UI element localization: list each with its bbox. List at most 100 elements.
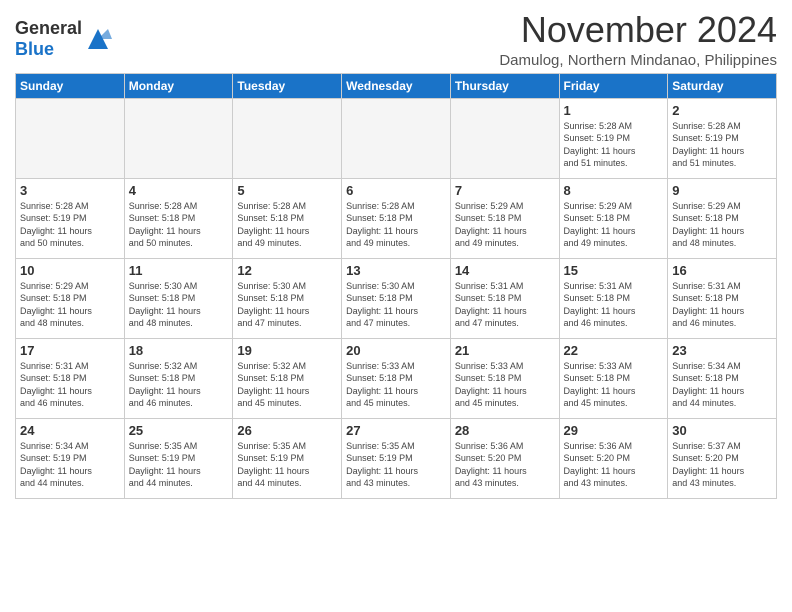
day-cell: 13Sunrise: 5:30 AM Sunset: 5:18 PM Dayli… (342, 258, 451, 338)
day-number: 13 (346, 263, 446, 278)
day-cell (124, 98, 233, 178)
day-number: 28 (455, 423, 555, 438)
day-number: 16 (672, 263, 772, 278)
day-cell: 17 Sunrise: 5:31 AM Sunset: 5:18 PM Dayli… (16, 338, 125, 418)
day-info: Sunrise: 5:28 AM Sunset: 5:19 PM Dayligh… (672, 120, 772, 170)
day-number: 20 (346, 343, 446, 358)
day-cell: 14 Sunrise: 5:31 AM Sunset: 5:18 PM Dayli… (450, 258, 559, 338)
day-info: Sunrise: 5:31 AM Sunset: 5:18 PM Dayligh… (564, 280, 664, 330)
day-cell: 4 Sunrise: 5:28 AM Sunset: 5:18 PM Daylig… (124, 178, 233, 258)
day-number: 29 (564, 423, 664, 438)
month-title: November 2024 (499, 10, 777, 50)
day-cell: 8 Sunrise: 5:29 AM Sunset: 5:18 PM Daylig… (559, 178, 668, 258)
day-cell: 15 Sunrise: 5:31 AM Sunset: 5:18 PM Dayli… (559, 258, 668, 338)
header-cell-thursday: Thursday (450, 73, 559, 98)
day-info: Sunrise: 5:28 AM Sunset: 5:19 PM Dayligh… (20, 200, 120, 250)
logo-text: General Blue (15, 18, 82, 60)
day-cell: 22Sunrise: 5:33 AM Sunset: 5:18 PM Dayli… (559, 338, 668, 418)
day-cell: 26 Sunrise: 5:35 AM Sunset: 5:19 PM Dayli… (233, 418, 342, 498)
logo-blue: Blue (15, 39, 54, 59)
logo: General Blue (15, 18, 112, 60)
calendar-header: SundayMondayTuesdayWednesdayThursdayFrid… (16, 73, 777, 98)
day-number: 5 (237, 183, 337, 198)
header-cell-monday: Monday (124, 73, 233, 98)
day-info: Sunrise: 5:29 AM Sunset: 5:18 PM Dayligh… (672, 200, 772, 250)
day-number: 18 (129, 343, 229, 358)
header-cell-tuesday: Tuesday (233, 73, 342, 98)
day-number: 17 (20, 343, 120, 358)
calendar-body: 1 Sunrise: 5:28 AM Sunset: 5:19 PM Daylig… (16, 98, 777, 498)
day-cell: 16 Sunrise: 5:31 AM Sunset: 5:18 PM Dayli… (668, 258, 777, 338)
day-info: Sunrise: 5:28 AM Sunset: 5:18 PM Dayligh… (346, 200, 446, 250)
day-cell: 1 Sunrise: 5:28 AM Sunset: 5:19 PM Daylig… (559, 98, 668, 178)
day-cell (342, 98, 451, 178)
day-number: 3 (20, 183, 120, 198)
day-info: Sunrise: 5:31 AM Sunset: 5:18 PM Dayligh… (672, 280, 772, 330)
day-number: 8 (564, 183, 664, 198)
day-number: 24 (20, 423, 120, 438)
day-cell: 18 Sunrise: 5:32 AM Sunset: 5:18 PM Dayli… (124, 338, 233, 418)
day-cell: 3 Sunrise: 5:28 AM Sunset: 5:19 PM Daylig… (16, 178, 125, 258)
day-number: 30 (672, 423, 772, 438)
day-cell: 21Sunrise: 5:33 AM Sunset: 5:18 PM Dayli… (450, 338, 559, 418)
week-row-5: 24 Sunrise: 5:34 AM Sunset: 5:19 PM Dayli… (16, 418, 777, 498)
day-cell: 6 Sunrise: 5:28 AM Sunset: 5:18 PM Daylig… (342, 178, 451, 258)
day-info: Sunrise: 5:32 AM Sunset: 5:18 PM Dayligh… (237, 360, 337, 410)
logo-general: General (15, 18, 82, 38)
header-cell-sunday: Sunday (16, 73, 125, 98)
header-row: SundayMondayTuesdayWednesdayThursdayFrid… (16, 73, 777, 98)
day-info: Sunrise: 5:36 AM Sunset: 5:20 PM Dayligh… (455, 440, 555, 490)
day-info: Sunrise: 5:32 AM Sunset: 5:18 PM Dayligh… (129, 360, 229, 410)
day-cell: 10 Sunrise: 5:29 AM Sunset: 5:18 PM Dayli… (16, 258, 125, 338)
day-cell: 23Sunrise: 5:34 AM Sunset: 5:18 PM Dayli… (668, 338, 777, 418)
day-cell: 7Sunrise: 5:29 AM Sunset: 5:18 PM Daylig… (450, 178, 559, 258)
day-info: Sunrise: 5:33 AM Sunset: 5:18 PM Dayligh… (564, 360, 664, 410)
day-number: 10 (20, 263, 120, 278)
day-number: 12 (237, 263, 337, 278)
day-number: 7 (455, 183, 555, 198)
day-info: Sunrise: 5:35 AM Sunset: 5:19 PM Dayligh… (237, 440, 337, 490)
day-cell: 12Sunrise: 5:30 AM Sunset: 5:18 PM Dayli… (233, 258, 342, 338)
day-number: 23 (672, 343, 772, 358)
day-number: 21 (455, 343, 555, 358)
day-cell: 24 Sunrise: 5:34 AM Sunset: 5:19 PM Dayli… (16, 418, 125, 498)
day-number: 6 (346, 183, 446, 198)
day-number: 9 (672, 183, 772, 198)
day-number: 27 (346, 423, 446, 438)
title-section: November 2024 Damulog, Northern Mindanao… (499, 10, 777, 69)
day-cell: 30Sunrise: 5:37 AM Sunset: 5:20 PM Dayli… (668, 418, 777, 498)
day-number: 15 (564, 263, 664, 278)
day-cell: 28 Sunrise: 5:36 AM Sunset: 5:20 PM Dayli… (450, 418, 559, 498)
day-number: 26 (237, 423, 337, 438)
day-info: Sunrise: 5:28 AM Sunset: 5:18 PM Dayligh… (237, 200, 337, 250)
week-row-1: 1 Sunrise: 5:28 AM Sunset: 5:19 PM Daylig… (16, 98, 777, 178)
day-number: 14 (455, 263, 555, 278)
day-info: Sunrise: 5:29 AM Sunset: 5:18 PM Dayligh… (564, 200, 664, 250)
day-cell: 9 Sunrise: 5:29 AM Sunset: 5:18 PM Daylig… (668, 178, 777, 258)
day-info: Sunrise: 5:29 AM Sunset: 5:18 PM Dayligh… (20, 280, 120, 330)
day-cell: 2Sunrise: 5:28 AM Sunset: 5:19 PM Daylig… (668, 98, 777, 178)
header-cell-saturday: Saturday (668, 73, 777, 98)
day-number: 11 (129, 263, 229, 278)
day-info: Sunrise: 5:30 AM Sunset: 5:18 PM Dayligh… (129, 280, 229, 330)
header-cell-friday: Friday (559, 73, 668, 98)
week-row-3: 10 Sunrise: 5:29 AM Sunset: 5:18 PM Dayli… (16, 258, 777, 338)
day-cell: 20 Sunrise: 5:33 AM Sunset: 5:18 PM Dayli… (342, 338, 451, 418)
week-row-2: 3 Sunrise: 5:28 AM Sunset: 5:19 PM Daylig… (16, 178, 777, 258)
day-cell: 11 Sunrise: 5:30 AM Sunset: 5:18 PM Dayli… (124, 258, 233, 338)
day-info: Sunrise: 5:31 AM Sunset: 5:18 PM Dayligh… (455, 280, 555, 330)
calendar-table: SundayMondayTuesdayWednesdayThursdayFrid… (15, 73, 777, 499)
day-number: 19 (237, 343, 337, 358)
day-info: Sunrise: 5:35 AM Sunset: 5:19 PM Dayligh… (346, 440, 446, 490)
day-number: 1 (564, 103, 664, 118)
day-info: Sunrise: 5:34 AM Sunset: 5:19 PM Dayligh… (20, 440, 120, 490)
day-info: Sunrise: 5:31 AM Sunset: 5:18 PM Dayligh… (20, 360, 120, 410)
header-cell-wednesday: Wednesday (342, 73, 451, 98)
week-row-4: 17 Sunrise: 5:31 AM Sunset: 5:18 PM Dayli… (16, 338, 777, 418)
day-cell (16, 98, 125, 178)
day-info: Sunrise: 5:28 AM Sunset: 5:18 PM Dayligh… (129, 200, 229, 250)
day-info: Sunrise: 5:33 AM Sunset: 5:18 PM Dayligh… (346, 360, 446, 410)
day-cell: 27 Sunrise: 5:35 AM Sunset: 5:19 PM Dayli… (342, 418, 451, 498)
day-info: Sunrise: 5:28 AM Sunset: 5:19 PM Dayligh… (564, 120, 664, 170)
day-number: 4 (129, 183, 229, 198)
